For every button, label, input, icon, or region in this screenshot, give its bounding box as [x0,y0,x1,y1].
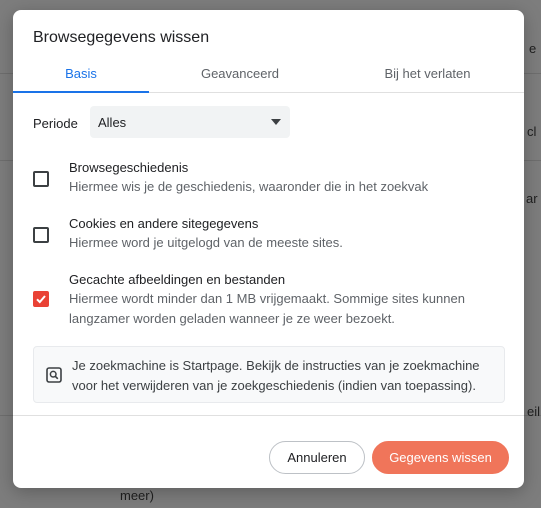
option-browsing-history: Browsegeschiedenis Hiermee wis je de ges… [33,160,503,200]
tab-basis[interactable]: Basis [13,60,149,93]
background-text: eil [527,404,541,419]
search-engine-info-box: Je zoekmachine is Startpage. Bekijk de i… [33,346,505,403]
period-label: Periode [33,116,78,131]
background-text: e [529,41,537,56]
dropdown-arrow-icon [271,119,281,125]
dialog-title: Browsegegevens wissen [33,29,210,46]
option-cookies: Cookies en andere sitegegevens Hiermee w… [33,216,503,256]
option-description: Hiermee wordt minder dan 1 MB vrijgemaak… [69,291,465,326]
option-title: Gecachte afbeeldingen en bestanden [69,272,286,287]
tab-bij-het-verlaten[interactable]: Bij het verlaten [331,60,524,92]
clear-data-button[interactable]: Gegevens wissen [372,441,509,474]
tab-bar: Basis Geavanceerd Bij het verlaten [13,60,524,93]
cookies-checkbox[interactable] [33,227,49,243]
option-title: Browsegeschiedenis [69,160,189,175]
period-select-value: Alles [98,114,127,130]
browsing-history-checkbox[interactable] [33,171,49,187]
tab-geavanceerd[interactable]: Geavanceerd [149,60,331,92]
background-text: cl [527,124,537,139]
search-engine-info-text: Je zoekmachine is Startpage. Bekijk de i… [72,358,480,393]
clear-browsing-data-dialog: Browsegegevens wissen Basis Geavanceerd … [13,10,524,488]
checkmark-icon [36,295,46,304]
option-cached-images: Gecachte afbeeldingen en bestanden Hierm… [33,272,503,332]
cached-images-checkbox[interactable] [33,291,49,307]
background-text: meer) [120,488,154,503]
option-title: Cookies en andere sitegegevens [69,216,259,231]
cancel-button[interactable]: Annuleren [269,441,365,474]
period-select[interactable]: Alles [90,106,290,138]
footer-divider [13,415,524,416]
search-engine-icon [46,367,62,383]
option-description: Hiermee word je uitgelogd van de meeste … [69,235,343,250]
background-text: ar B [526,191,541,206]
option-description: Hiermee wis je de geschiedenis, waaronde… [69,179,429,194]
